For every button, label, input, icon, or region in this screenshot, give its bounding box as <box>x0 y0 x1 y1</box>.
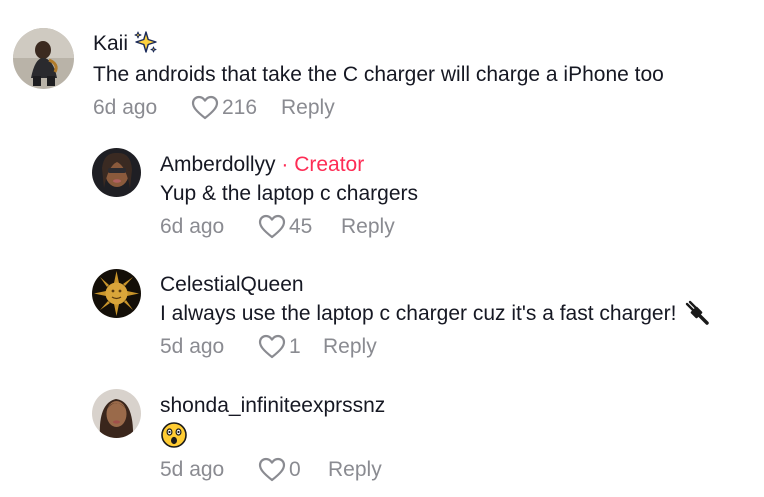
creator-badge: · Creator <box>275 153 365 176</box>
username[interactable]: Kaii <box>93 32 128 55</box>
electric-plug-emoji-icon <box>684 300 710 326</box>
comment-body: Amberdollyy · Creator Yup & the laptop c… <box>160 152 418 240</box>
comment-meta: 6d ago 216 Reply <box>93 95 664 121</box>
comment-body: shonda_infiniteexprssnz 5d ago 0 Reply <box>160 393 385 483</box>
like-button[interactable]: 45 <box>258 214 341 240</box>
comment-item: Amberdollyy · Creator Yup & the laptop c… <box>0 125 764 245</box>
reply-button[interactable]: Reply <box>323 334 377 360</box>
username-line: Amberdollyy · Creator <box>160 152 418 178</box>
timestamp: 6d ago <box>93 96 158 119</box>
comment-text: The androids that take the C charger wil… <box>93 63 664 86</box>
comment-text <box>160 421 385 451</box>
like-button[interactable]: 0 <box>258 457 328 483</box>
username[interactable]: shonda_infiniteexprssnz <box>160 394 385 417</box>
like-count: 45 <box>289 215 313 238</box>
avatar[interactable] <box>92 148 141 197</box>
avatar[interactable] <box>92 389 141 438</box>
like-button[interactable]: 1 <box>258 334 323 360</box>
username-line: CelestialQueen <box>160 272 710 298</box>
like-count: 0 <box>289 458 301 481</box>
timestamp: 5d ago <box>160 335 225 358</box>
comment-text: I always use the laptop c charger cuz it… <box>160 300 710 328</box>
reply-button[interactable]: Reply <box>341 214 395 240</box>
comment-item: shonda_infiniteexprssnz 5d ago 0 Reply <box>0 365 764 497</box>
astonished-face-emoji-icon <box>160 421 188 449</box>
timestamp: 6d ago <box>160 215 225 238</box>
username-line: Kaii <box>93 30 664 57</box>
reply-button[interactable]: Reply <box>328 457 382 483</box>
comment-meta: 5d ago 1 Reply <box>160 334 710 360</box>
username[interactable]: Amberdollyy <box>160 153 276 176</box>
comment-meta: 6d ago 45 Reply <box>160 214 418 240</box>
heart-icon <box>191 95 219 121</box>
heart-icon <box>258 214 286 240</box>
username-line: shonda_infiniteexprssnz <box>160 393 385 419</box>
like-count: 1 <box>289 335 301 358</box>
comment-text: Yup & the laptop c chargers <box>160 182 418 205</box>
comment-meta: 5d ago 0 Reply <box>160 457 385 483</box>
like-count: 216 <box>222 96 258 119</box>
comment-body: Kaii The androids that take the C charge… <box>93 30 664 121</box>
heart-icon <box>258 457 286 483</box>
username[interactable]: CelestialQueen <box>160 273 304 296</box>
comment-item: Kaii The androids that take the C charge… <box>0 0 764 125</box>
like-button[interactable]: 216 <box>191 95 281 121</box>
heart-icon <box>258 334 286 360</box>
sparkles-icon <box>134 30 158 54</box>
comment-text-content: I always use the laptop c charger cuz it… <box>160 302 677 325</box>
avatar[interactable] <box>92 269 141 318</box>
comment-item: CelestialQueen I always use the laptop c… <box>0 245 764 365</box>
avatar[interactable] <box>13 28 74 89</box>
reply-button[interactable]: Reply <box>281 95 335 121</box>
comment-body: CelestialQueen I always use the laptop c… <box>160 272 710 360</box>
timestamp: 5d ago <box>160 458 225 481</box>
